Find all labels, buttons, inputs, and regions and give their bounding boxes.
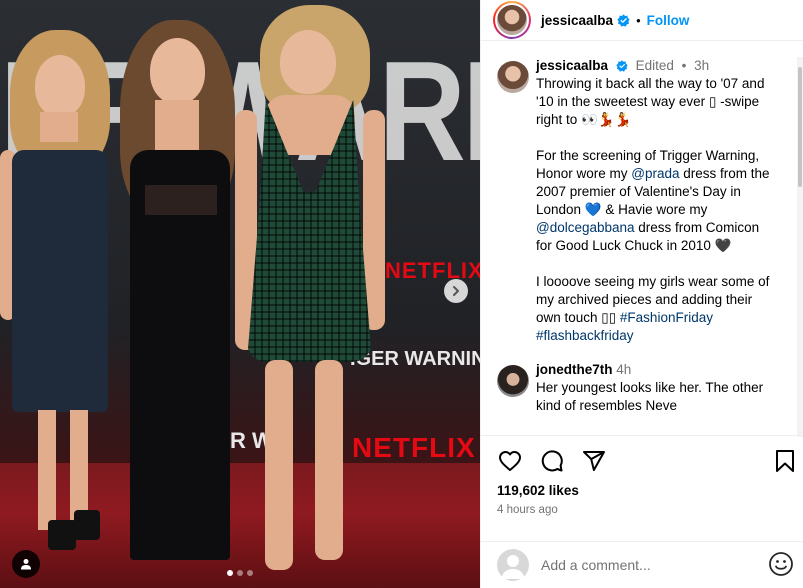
- post-header: jessicaalba • Follow: [481, 0, 803, 41]
- post-actions: 119,602 likes 4 hours ago: [481, 435, 803, 545]
- emoji-icon: [769, 552, 793, 576]
- emoji-picker-button[interactable]: [768, 551, 794, 582]
- caption-text: Throwing it back all the way to '07 and …: [536, 76, 769, 127]
- post-media[interactable]: ER WARNING NETFLIX IGER WARNING R WAI NE…: [0, 0, 480, 588]
- comments-scroll-area[interactable]: jessicaalba Edited • 3h Throwing it back…: [481, 57, 781, 431]
- carousel-dot-3: [247, 570, 253, 576]
- post-timestamp[interactable]: 4 hours ago: [497, 504, 558, 516]
- caption-paragraph-2: For the screening of Trigger Warning, Ho…: [536, 148, 774, 253]
- current-user-avatar: [497, 549, 529, 581]
- hashtag-flashbackfriday[interactable]: #flashbackfriday: [536, 328, 634, 343]
- add-comment-bar: [481, 541, 803, 588]
- carousel-dot-1: [227, 570, 233, 576]
- verified-badge-icon: [617, 13, 630, 27]
- carousel-dots: [0, 570, 480, 576]
- caption-paragraph-3: I loooove seeing my girls wear some of m…: [536, 274, 774, 343]
- comment-input[interactable]: [541, 557, 756, 573]
- author-username[interactable]: jessicaalba: [541, 13, 613, 28]
- commenter-username[interactable]: jonedthe7th: [536, 362, 613, 377]
- default-avatar-icon: [501, 555, 525, 579]
- user-tag-icon: [21, 559, 31, 570]
- hashtag-fashionfriday[interactable]: #FashionFriday: [620, 310, 713, 325]
- comment-text: Her youngest looks like her. The other k…: [536, 380, 767, 413]
- caption-author-username[interactable]: jessicaalba: [536, 58, 608, 73]
- share-icon: [583, 451, 605, 471]
- scrollbar-thumb[interactable]: [798, 67, 802, 187]
- caption-row: jessicaalba Edited • 3h Throwing it back…: [481, 57, 781, 345]
- edited-label: Edited: [635, 58, 674, 73]
- header-separator: •: [636, 12, 641, 28]
- chevron-right-icon: [453, 286, 459, 296]
- heart-icon: [499, 451, 521, 471]
- carousel-dot-2: [237, 570, 243, 576]
- comment-row: jonedthe7th 4h Her youngest looks like h…: [481, 361, 781, 415]
- person-right: [225, 0, 395, 588]
- share-button[interactable]: [581, 448, 607, 474]
- mention-dolcegabbana[interactable]: @dolcegabbana: [536, 220, 635, 235]
- caption-separator: •: [681, 58, 687, 73]
- comment-button[interactable]: [539, 448, 565, 474]
- save-button[interactable]: [772, 448, 798, 474]
- commenter-avatar[interactable]: [497, 365, 529, 397]
- tagged-users-button[interactable]: [12, 550, 40, 578]
- likes-count[interactable]: 119,602 likes: [497, 483, 579, 498]
- caption-author-avatar[interactable]: [497, 61, 529, 93]
- backdrop-brand-text: NETFLIX: [385, 258, 480, 283]
- comment-icon: [541, 450, 563, 472]
- verified-badge-icon: [616, 60, 628, 73]
- author-avatar-story-ring[interactable]: [493, 1, 531, 39]
- caption-time: 3h: [694, 58, 710, 73]
- like-button[interactable]: [497, 448, 523, 474]
- follow-button[interactable]: Follow: [647, 13, 690, 28]
- black-heart-emoji: 🖤: [714, 238, 732, 253]
- mention-prada[interactable]: @prada: [631, 166, 679, 181]
- comments-scrollbar[interactable]: [797, 57, 803, 437]
- carousel-next-button[interactable]: [444, 279, 468, 303]
- bookmark-icon: [776, 450, 794, 472]
- blue-heart-emoji: 💙: [584, 202, 602, 217]
- comment-time: 4h: [616, 362, 632, 377]
- author-avatar: [497, 5, 527, 35]
- post-panel: jessicaalba • Follow jessicaalba Edited …: [480, 0, 803, 588]
